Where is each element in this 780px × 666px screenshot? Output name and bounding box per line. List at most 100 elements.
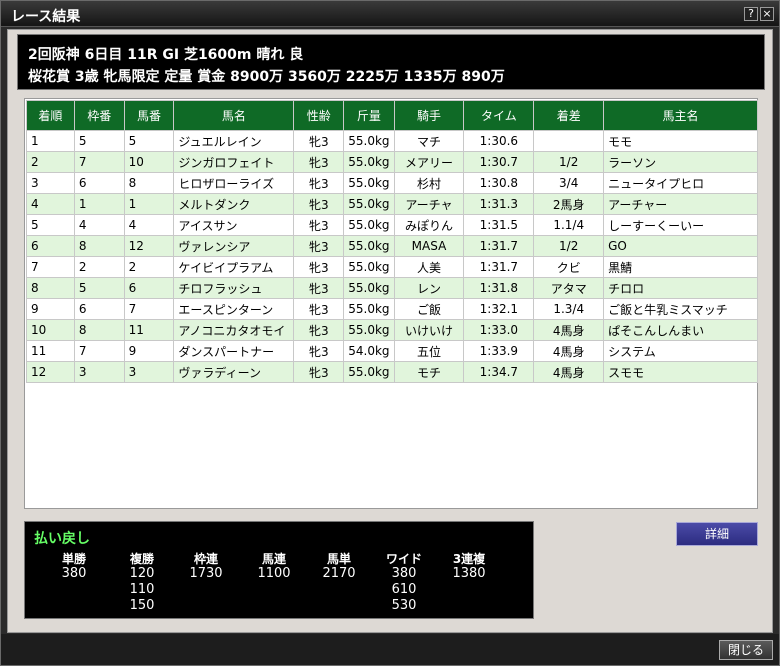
- col-header-margin[interactable]: 着差: [533, 100, 605, 131]
- cell-horse-number: 1: [123, 193, 175, 215]
- cell-sex-age: 牝3: [293, 340, 345, 362]
- window-title: レース結果: [11, 9, 81, 25]
- table-row[interactable]: 6 8 12 ヴァレンシア 牝3 55.0kg MASA 1:31.7 1/2 GO: [26, 235, 758, 257]
- cell-jockey: アーチャ: [393, 193, 465, 215]
- cell-weight: 55.0kg: [343, 130, 395, 152]
- col-header-rank[interactable]: 着順: [26, 100, 75, 131]
- cell-horse-number: 12: [123, 235, 175, 257]
- col-header-owner[interactable]: 馬主名: [603, 100, 758, 131]
- cell-jockey: 人美: [393, 256, 465, 278]
- table-row[interactable]: 7 2 2 ケイビイプラアム 牝3 55.0kg 人美 1:31.7 クビ 黒鯖: [26, 256, 758, 278]
- cell-margin: 1/2: [533, 151, 605, 173]
- cell-bracket: 4: [73, 214, 125, 236]
- payout-label: 単勝: [61, 552, 86, 566]
- cell-margin: 4馬身: [533, 361, 605, 383]
- cell-rank: 2: [26, 151, 75, 173]
- payout-label: 枠連: [193, 552, 218, 566]
- table-row[interactable]: 4 1 1 メルトダンク 牝3 55.0kg アーチャ 1:31.3 2馬身 アーチャー: [26, 193, 758, 215]
- cell-horse-name: チロフラッシュ: [173, 277, 295, 299]
- table-row[interactable]: 8 5 6 チロフラッシュ 牝3 55.0kg レン 1:31.8 アタマ チロロ: [26, 277, 758, 299]
- cell-rank: 10: [26, 319, 75, 341]
- payout-value: 150: [129, 598, 155, 613]
- cell-weight: 55.0kg: [343, 361, 395, 383]
- cell-sex-age: 牝3: [293, 235, 345, 257]
- cell-weight: 55.0kg: [343, 235, 395, 257]
- cell-time: 1:30.7: [463, 151, 535, 173]
- col-header-sex-age[interactable]: 性齢: [293, 100, 345, 131]
- cell-bracket: 3: [73, 361, 125, 383]
- cell-sex-age: 牝3: [293, 277, 345, 299]
- payout-label: 複勝: [129, 552, 154, 566]
- cell-weight: 54.0kg: [343, 340, 395, 362]
- col-header-horse-name[interactable]: 馬名: [173, 100, 295, 131]
- payout-value: 110: [129, 582, 155, 597]
- cell-bracket: 5: [73, 130, 125, 152]
- cell-owner: ラーソン: [603, 151, 758, 173]
- cell-owner: システム: [603, 340, 758, 362]
- cell-time: 1:30.6: [463, 130, 535, 152]
- cell-bracket: 1: [73, 193, 125, 215]
- payout-column: 馬連 1100: [243, 550, 305, 582]
- cell-jockey: モチ: [393, 361, 465, 383]
- col-header-weight[interactable]: 斤量: [343, 100, 395, 131]
- cell-weight: 55.0kg: [343, 277, 395, 299]
- cell-margin: アタマ: [533, 277, 605, 299]
- cell-rank: 7: [26, 256, 75, 278]
- close-icon[interactable]: ×: [760, 7, 774, 21]
- cell-bracket: 6: [73, 298, 125, 320]
- cell-time: 1:30.8: [463, 172, 535, 194]
- col-header-time[interactable]: タイム: [463, 100, 535, 131]
- results-table-container[interactable]: 着順 枠番 馬番 馬名 性齢 斤量 騎手 タイム 着差 馬主名 1 5 5 ジュエルレ…: [24, 98, 758, 509]
- cell-rank: 8: [26, 277, 75, 299]
- col-header-horse-number[interactable]: 馬番: [123, 100, 175, 131]
- cell-margin: 4馬身: [533, 340, 605, 362]
- cell-owner: スモモ: [603, 361, 758, 383]
- cell-sex-age: 牝3: [293, 256, 345, 278]
- cell-margin: 4馬身: [533, 319, 605, 341]
- payout-column: 複勝 120 110 150: [111, 550, 173, 614]
- cell-margin: 3/4: [533, 172, 605, 194]
- table-row[interactable]: 9 6 7 エースピンターン 牝3 55.0kg ご飯 1:32.1 1.3/4 ご飯と牛乳ミスマ…: [26, 298, 758, 320]
- cell-jockey: ご飯: [393, 298, 465, 320]
- cell-sex-age: 牝3: [293, 298, 345, 320]
- cell-owner: アーチャー: [603, 193, 758, 215]
- payout-column: 枠連 1730: [175, 550, 237, 582]
- payout-label: 馬単: [326, 552, 351, 566]
- cell-weight: 55.0kg: [343, 256, 395, 278]
- title-bar[interactable]: レース結果 ? ×: [1, 1, 779, 27]
- cell-time: 1:31.3: [463, 193, 535, 215]
- table-row[interactable]: 11 7 9 ダンスパートナー 牝3 54.0kg 五位 1:33.9 4馬身 システム: [26, 340, 758, 362]
- cell-sex-age: 牝3: [293, 151, 345, 173]
- payout-column: 3連複 1380: [438, 550, 500, 582]
- table-row[interactable]: 12 3 3 ヴァラディーン 牝3 55.0kg モチ 1:34.7 4馬身 スモモ: [26, 361, 758, 383]
- payout-value: 1380: [452, 566, 486, 581]
- table-row[interactable]: 2 7 10 ジンガロフェイト 牝3 55.0kg メアリー 1:30.7 1/2 ラーソン: [26, 151, 758, 173]
- col-header-jockey[interactable]: 騎手: [393, 100, 465, 131]
- payout-panel: 払い戻し 単勝 380 複勝 120 110 150 枠連 1730 馬連 1100 馬単 2170 ワ…: [24, 521, 534, 619]
- table-row[interactable]: 5 4 4 アイスサン 牝3 55.0kg みぽりん 1:31.5 1.1/4 しーすーくーいー: [26, 214, 758, 236]
- results-table: 着順 枠番 馬番 馬名 性齢 斤量 騎手 タイム 着差 馬主名 1 5 5 ジュエルレ…: [26, 100, 758, 383]
- race-info-box: 2回阪神 6日目 11R GⅠ 芝1600m 晴れ 良 桜花賞 3歳 牝馬限定 …: [17, 34, 765, 90]
- payout-column: 単勝 380: [43, 550, 105, 582]
- cell-margin: 1.3/4: [533, 298, 605, 320]
- payout-value: 2170: [322, 566, 356, 581]
- cell-rank: 4: [26, 193, 75, 215]
- payout-value: 610: [391, 582, 417, 597]
- payout-value: 380: [391, 566, 417, 581]
- payout-value: 1730: [189, 566, 223, 581]
- cell-bracket: 2: [73, 256, 125, 278]
- cell-owner: しーすーくーいー: [603, 214, 758, 236]
- close-button[interactable]: 閉じる: [719, 640, 773, 660]
- cell-jockey: 杉村: [393, 172, 465, 194]
- cell-margin: 1.1/4: [533, 214, 605, 236]
- cell-horse-number: 9: [123, 340, 175, 362]
- help-button[interactable]: ?: [744, 7, 758, 21]
- col-header-bracket[interactable]: 枠番: [73, 100, 125, 131]
- cell-sex-age: 牝3: [293, 214, 345, 236]
- table-row[interactable]: 10 8 11 アノコニカタオモイ 牝3 55.0kg いけいけ 1:33.0 4馬身 ぱそこんし…: [26, 319, 758, 341]
- cell-weight: 55.0kg: [343, 151, 395, 173]
- table-row[interactable]: 1 5 5 ジュエルレイン 牝3 55.0kg マチ 1:30.6 モモ: [26, 130, 758, 152]
- cell-rank: 1: [26, 130, 75, 152]
- detail-button[interactable]: 詳細: [676, 522, 758, 546]
- table-row[interactable]: 3 6 8 ヒロザローライズ 牝3 55.0kg 杉村 1:30.8 3/4 ニュータイプヒロ: [26, 172, 758, 194]
